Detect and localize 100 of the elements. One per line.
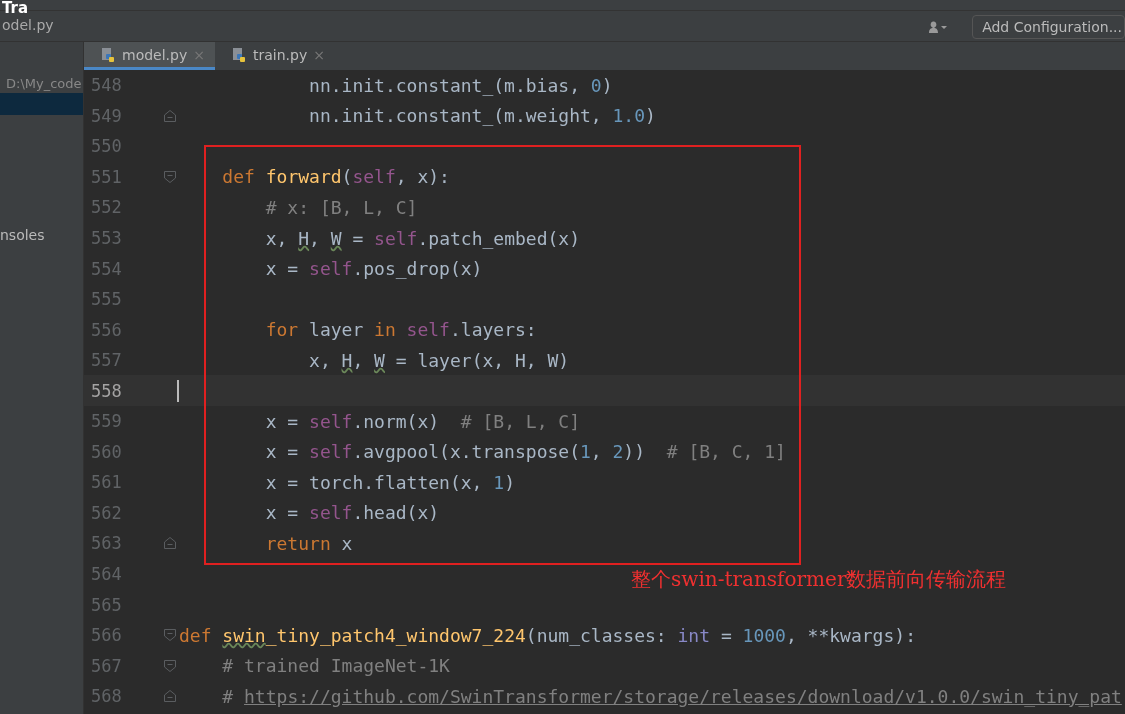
keyword: for	[264, 319, 300, 341]
keyword: return	[264, 532, 332, 554]
code-text: ,	[309, 227, 321, 249]
line-number: 552	[90, 197, 123, 218]
line-number: 549	[90, 105, 123, 126]
code-comment: #	[221, 685, 235, 707]
number-literal: 1.0	[612, 105, 645, 127]
line-number: 566	[90, 625, 123, 646]
function-name: _tiny_patch4_window7_224	[265, 624, 526, 646]
file-name: odel.py	[2, 17, 54, 34]
code-text: .avgpool(x.transpose(	[352, 441, 580, 463]
code-text: , **kwargs):	[785, 624, 916, 646]
number-literal: 1000	[742, 624, 786, 646]
self-keyword: self	[309, 410, 353, 432]
self-keyword: self	[374, 227, 418, 249]
keyword: in	[374, 319, 397, 341]
window-title: Tra	[2, 0, 30, 17]
line-number: 548	[90, 75, 123, 96]
project-tree-item[interactable]: nsoles	[0, 227, 83, 243]
line-number: 558	[90, 380, 123, 401]
code-text: x,	[264, 227, 289, 249]
line-number: 560	[90, 441, 123, 462]
code-text: , x):	[395, 166, 450, 188]
code-comment: # trained ImageNet-1K	[221, 655, 450, 677]
line-number: 564	[90, 564, 123, 584]
code-text: .layers:	[449, 319, 537, 341]
code-text: x =	[264, 410, 300, 432]
line-number: 554	[90, 258, 123, 279]
line-number: 553	[90, 228, 123, 248]
code-text: .patch_embed(x)	[417, 227, 581, 249]
line-number: 562	[90, 502, 123, 523]
code-text: W	[330, 227, 342, 249]
fold-marker-icon[interactable]	[163, 658, 177, 673]
line-number: 557	[90, 350, 123, 371]
code-text: ,	[590, 441, 603, 463]
self-keyword: self	[352, 166, 396, 188]
line-number: 556	[90, 319, 123, 340]
fold-marker-icon[interactable]	[163, 689, 177, 704]
annotation-caption: 整个swin-transformer数据前向传输流程	[631, 566, 1007, 593]
comment-link[interactable]: https://github.com/SwinTransformer/storage/releases/download/v1.0.0/swin_tiny_pat	[244, 685, 1122, 707]
self-keyword: self	[309, 258, 353, 280]
code-text: x	[341, 532, 353, 554]
code-text: x =	[264, 258, 300, 280]
fold-marker-icon[interactable]	[163, 108, 177, 123]
line-number: 555	[90, 289, 123, 310]
add-configuration-button[interactable]: Add Configuration...	[972, 14, 1125, 39]
code-text: x =	[264, 502, 300, 524]
code-text: .norm(x)	[352, 410, 441, 432]
code-text: =	[719, 624, 733, 646]
line-number: 565	[90, 594, 123, 615]
type-name: int	[677, 624, 711, 646]
code-text: )	[504, 471, 515, 493]
self-keyword: self	[309, 502, 353, 524]
line-number: 567	[90, 655, 123, 676]
code-text: nn.init.constant_(m.bias,	[308, 74, 581, 96]
line-number: 550	[90, 136, 123, 157]
code-text: x = torch.flatten(x,	[264, 471, 484, 493]
project-path: D:\My_code	[5, 76, 83, 91]
code-text: =	[351, 227, 365, 249]
function-name: forward	[265, 166, 342, 188]
line-number: 551	[90, 166, 123, 187]
line-number: 561	[90, 472, 123, 493]
number-literal: 1	[493, 471, 505, 493]
fold-marker-icon[interactable]	[163, 628, 177, 643]
code-text: (	[341, 166, 353, 188]
code-text: x =	[264, 441, 300, 463]
number-literal: 0	[590, 74, 602, 96]
close-icon[interactable]: ×	[313, 46, 325, 63]
code-text: ))	[623, 441, 647, 463]
code-comment: # x: [B, L, C]	[264, 196, 418, 218]
code-text: = layer(x, H, W)	[394, 349, 570, 371]
code-text: .head(x)	[352, 502, 440, 524]
code-text: )	[645, 105, 656, 127]
line-number: 568	[90, 686, 123, 707]
code-text: H	[341, 349, 353, 371]
file-tab[interactable]: model.py ×	[84, 42, 215, 70]
code-comment: # [B, C, 1]	[666, 441, 786, 463]
function-name: swin	[222, 624, 266, 646]
code-text: )	[601, 74, 613, 96]
number-literal: 2	[612, 441, 624, 463]
self-keyword: self	[309, 441, 353, 463]
code-text: H	[298, 227, 310, 249]
python-file-icon	[230, 46, 247, 63]
code-text: .pos_drop(x)	[352, 258, 483, 280]
fold-marker-icon[interactable]	[163, 536, 177, 551]
line-number: 563	[90, 533, 123, 554]
code-text: nn.init.constant_(m.weight,	[308, 105, 603, 127]
code-text: layer	[309, 319, 365, 341]
python-file-icon	[100, 46, 116, 63]
text-caret	[177, 379, 179, 402]
keyword: def	[221, 166, 256, 188]
fold-marker-icon[interactable]	[163, 169, 177, 184]
code-comment: # [B, L, C]	[460, 410, 580, 432]
code-text: W	[374, 349, 385, 371]
file-tab[interactable]: train.py ×	[214, 42, 335, 70]
keyword: def	[179, 624, 213, 646]
code-text: x,	[308, 349, 332, 371]
line-number: 559	[90, 411, 123, 432]
self-keyword: self	[406, 319, 450, 341]
code-text: (num_classes:	[525, 624, 668, 646]
